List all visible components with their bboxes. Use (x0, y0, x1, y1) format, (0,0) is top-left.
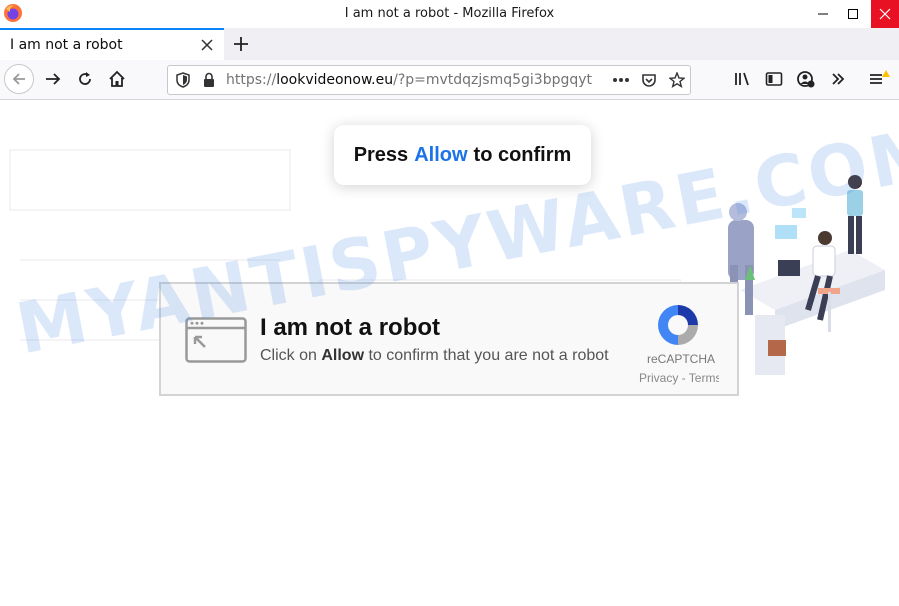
browser-window-icon (185, 317, 247, 363)
prompt-press-text: Press (353, 143, 409, 166)
forward-button[interactable] (38, 64, 68, 94)
reload-icon (79, 72, 91, 85)
url-scheme: https:// (226, 72, 277, 88)
menu-icon (870, 70, 890, 84)
page-content: Press Allow to confirm I am not a robot … (0, 100, 899, 606)
home-button[interactable] (102, 64, 132, 94)
captcha-title: I am not a robot (260, 314, 440, 341)
library-icon (735, 72, 749, 86)
captcha-box[interactable]: I am not a robot Click on Allow to confi… (159, 282, 739, 396)
captcha-sub-prefix: Click on (260, 347, 317, 364)
url-path: /?p=mvtdqzjsmq5gi3bpgqyt (393, 72, 593, 88)
account-button[interactable] (791, 64, 821, 94)
sidebar-button[interactable] (759, 64, 789, 94)
captcha-subtitle: Click on Allow to confirm that you are n… (260, 347, 609, 365)
shield-icon (176, 72, 190, 88)
new-tab-button[interactable] (228, 31, 254, 57)
account-icon (797, 71, 815, 88)
window-title: I am not a robot - Mozilla Firefox (344, 6, 555, 21)
overflow-button[interactable] (823, 64, 853, 94)
close-window-button[interactable] (871, 0, 899, 28)
url-bar[interactable]: https://lookvideonow.eu/?p=mvtdqzjsmq5gi… (167, 65, 691, 95)
library-button[interactable] (728, 64, 758, 94)
captcha-sub-suffix: to confirm that you are not a robot (368, 347, 609, 364)
star-icon (669, 72, 685, 88)
back-button[interactable] (4, 64, 34, 94)
close-icon (201, 39, 213, 51)
window-titlebar: I am not a robot - Mozilla Firefox (0, 0, 899, 28)
tab-close-button[interactable] (198, 36, 216, 54)
page-actions-button[interactable] (612, 71, 630, 89)
forward-arrow-icon (46, 73, 61, 85)
close-icon (879, 8, 891, 20)
captcha-sub-allow: Allow (321, 347, 365, 364)
maximize-icon (848, 9, 858, 19)
navigation-toolbar: https://lookvideonow.eu/?p=mvtdqzjsmq5gi… (0, 60, 899, 100)
lock-icon (204, 72, 214, 87)
pocket-button[interactable] (640, 71, 658, 89)
url-host: lookvideonow.eu (276, 72, 394, 88)
minimize-icon (818, 13, 828, 15)
reload-button[interactable] (70, 64, 100, 94)
recaptcha-privacy-terms-link[interactable]: Privacy - Terms (639, 371, 719, 385)
plus-icon (234, 37, 248, 51)
more-icon (613, 78, 629, 82)
prompt-confirm-text: to confirm (473, 143, 572, 166)
recaptcha-brand: reCAPTCHA (647, 352, 716, 366)
press-allow-prompt: Press Allow to confirm (334, 125, 591, 185)
site-info-button[interactable] (200, 71, 218, 89)
url-text[interactable]: https://lookvideonow.eu/?p=mvtdqzjsmq5gi… (226, 72, 606, 88)
pocket-icon (642, 74, 656, 87)
home-icon (109, 70, 125, 87)
tab-title: I am not a robot (10, 37, 123, 53)
maximize-button[interactable] (834, 0, 872, 28)
prompt-allow-text: Allow (414, 143, 468, 166)
sidebar-icon (765, 72, 783, 86)
bookmark-star-button[interactable] (668, 71, 686, 89)
menu-button[interactable] (864, 64, 894, 94)
tracking-protection-button[interactable] (174, 71, 192, 89)
tab-strip: I am not a robot (0, 28, 899, 60)
recaptcha-logo-icon (658, 305, 698, 345)
overflow-icon (832, 73, 845, 85)
tab-active[interactable]: I am not a robot (0, 28, 224, 60)
back-arrow-icon (12, 73, 25, 85)
